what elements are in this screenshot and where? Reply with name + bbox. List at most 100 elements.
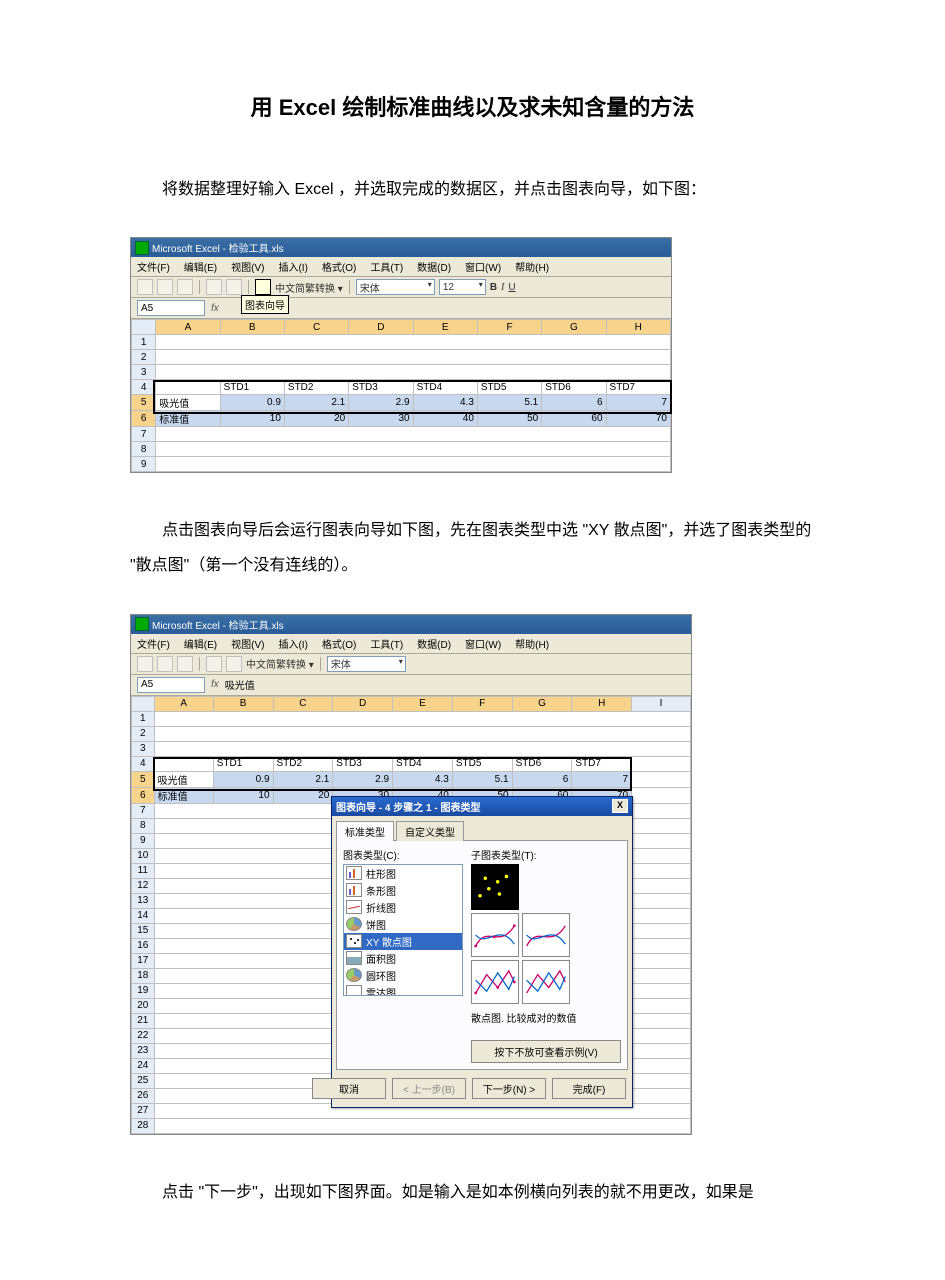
- open-button-icon[interactable]: [157, 279, 173, 295]
- menu-help[interactable]: 帮助(H): [513, 635, 551, 652]
- cell-A5[interactable]: 吸光值: [156, 395, 220, 411]
- row-20[interactable]: 20: [132, 998, 155, 1013]
- row-24[interactable]: 24: [132, 1058, 155, 1073]
- row-23[interactable]: 23: [132, 1043, 155, 1058]
- worksheet-grid[interactable]: A B C D E F G H 1 2 3 4 STD1 STD2 STD: [131, 319, 671, 472]
- underline-button[interactable]: U: [508, 282, 515, 293]
- menu-tools[interactable]: 工具(T): [368, 635, 405, 652]
- row-15[interactable]: 15: [132, 923, 155, 938]
- chart-type-list[interactable]: 柱形图 条形图 折线图 饼图 XY 散点图 面积图 圆环图 雷达图 曲面图 气泡…: [343, 864, 463, 996]
- cell-G4[interactable]: STD6: [542, 380, 606, 395]
- col-E[interactable]: E: [413, 320, 477, 335]
- cell-B6[interactable]: 10: [220, 411, 284, 427]
- row-13[interactable]: 13: [132, 893, 155, 908]
- row-4[interactable]: 4: [132, 380, 156, 395]
- row-5[interactable]: 5: [132, 395, 156, 411]
- cell-C6[interactable]: 20: [284, 411, 348, 427]
- cell-E6[interactable]: 40: [413, 411, 477, 427]
- row-28[interactable]: 28: [132, 1118, 155, 1133]
- menu-format[interactable]: 格式(O): [320, 258, 358, 275]
- col-B[interactable]: B: [220, 320, 284, 335]
- chart-type-bar[interactable]: 条形图: [344, 882, 462, 899]
- cell-A6[interactable]: 标准值: [156, 411, 220, 427]
- subtype-scatter-smooth[interactable]: [522, 913, 570, 957]
- menu-help[interactable]: 帮助(H): [513, 258, 551, 275]
- dialog-finish-button[interactable]: 完成(F): [552, 1078, 626, 1099]
- print-preview-icon[interactable]: [226, 279, 242, 295]
- cell-D5[interactable]: 2.9: [349, 395, 413, 411]
- cell-C4[interactable]: STD2: [273, 756, 333, 771]
- formula-bar-value[interactable]: 吸光值: [225, 677, 255, 692]
- row-27[interactable]: 27: [132, 1103, 155, 1118]
- cell-E5[interactable]: 4.3: [393, 771, 453, 787]
- chart-type-doughnut[interactable]: 圆环图: [344, 967, 462, 984]
- subtype-scatter-smooth-markers[interactable]: [471, 913, 519, 957]
- dialog-close-button[interactable]: X: [612, 799, 628, 813]
- cell-H4[interactable]: STD7: [572, 756, 632, 771]
- cell-B6[interactable]: 10: [213, 787, 273, 803]
- row-8[interactable]: 8: [132, 442, 156, 457]
- cell-F4[interactable]: STD5: [452, 756, 512, 771]
- row-6[interactable]: 6: [132, 787, 155, 803]
- lang-convert-button[interactable]: 中文简繁转换 ▾: [246, 656, 314, 671]
- cell-F5[interactable]: 5.1: [452, 771, 512, 787]
- row-4[interactable]: 4: [132, 756, 155, 771]
- col-A[interactable]: A: [156, 320, 220, 335]
- menu-view[interactable]: 视图(V): [229, 258, 266, 275]
- cell-E4[interactable]: STD4: [413, 380, 477, 395]
- row-9[interactable]: 9: [132, 457, 156, 472]
- new-button-icon[interactable]: [137, 279, 153, 295]
- col-G[interactable]: G: [512, 696, 572, 711]
- menu-insert[interactable]: 插入(I): [276, 258, 309, 275]
- cell-B5[interactable]: 0.9: [213, 771, 273, 787]
- col-D[interactable]: D: [349, 320, 413, 335]
- menu-file[interactable]: 文件(F): [135, 258, 172, 275]
- name-box[interactable]: A5: [137, 300, 205, 316]
- col-F[interactable]: F: [452, 696, 512, 711]
- chart-type-area[interactable]: 面积图: [344, 950, 462, 967]
- cell-A6[interactable]: 标准值: [154, 787, 213, 803]
- font-combo-2[interactable]: 宋体: [327, 656, 406, 672]
- bold-button[interactable]: B: [490, 282, 497, 293]
- cell-E5[interactable]: 4.3: [413, 395, 477, 411]
- row-18[interactable]: 18: [132, 968, 155, 983]
- tab-custom-types[interactable]: 自定义类型: [396, 821, 464, 841]
- cell-C4[interactable]: STD2: [284, 380, 348, 395]
- select-all-corner[interactable]: [132, 696, 155, 711]
- cell-E4[interactable]: STD4: [393, 756, 453, 771]
- menu-edit[interactable]: 编辑(E): [182, 635, 219, 652]
- row-8[interactable]: 8: [132, 818, 155, 833]
- fx-icon[interactable]: fx: [211, 679, 219, 690]
- col-C[interactable]: C: [284, 320, 348, 335]
- dialog-titlebar[interactable]: 图表向导 - 4 步骤之 1 - 图表类型 X: [332, 797, 632, 816]
- menu-edit[interactable]: 编辑(E): [182, 258, 219, 275]
- row-1[interactable]: 1: [132, 335, 156, 350]
- cell-H5[interactable]: 7: [572, 771, 632, 787]
- menu-format[interactable]: 格式(O): [320, 635, 358, 652]
- row-6[interactable]: 6: [132, 411, 156, 427]
- cell-B4[interactable]: STD1: [220, 380, 284, 395]
- name-box-2[interactable]: A5: [137, 677, 205, 693]
- cell-B5[interactable]: 0.9: [220, 395, 284, 411]
- col-G[interactable]: G: [542, 320, 606, 335]
- menu-tools[interactable]: 工具(T): [368, 258, 405, 275]
- row-25[interactable]: 25: [132, 1073, 155, 1088]
- cell-D6[interactable]: 30: [349, 411, 413, 427]
- cell-F6[interactable]: 50: [477, 411, 541, 427]
- dialog-next-button[interactable]: 下一步(N) >: [472, 1078, 546, 1099]
- row-19[interactable]: 19: [132, 983, 155, 998]
- cell-G5[interactable]: 6: [512, 771, 572, 787]
- menu-window[interactable]: 窗口(W): [463, 258, 503, 275]
- cell-F5[interactable]: 5.1: [477, 395, 541, 411]
- select-all-corner[interactable]: [132, 320, 156, 335]
- menu-insert[interactable]: 插入(I): [276, 635, 309, 652]
- save-button-icon[interactable]: [177, 279, 193, 295]
- menu-window[interactable]: 窗口(W): [463, 635, 503, 652]
- chart-type-line[interactable]: 折线图: [344, 899, 462, 916]
- col-A[interactable]: A: [154, 696, 213, 711]
- print-button-icon[interactable]: [206, 279, 222, 295]
- row-2[interactable]: 2: [132, 350, 156, 365]
- cell-G4[interactable]: STD6: [512, 756, 572, 771]
- cell-D5[interactable]: 2.9: [333, 771, 393, 787]
- chart-type-radar[interactable]: 雷达图: [344, 984, 462, 996]
